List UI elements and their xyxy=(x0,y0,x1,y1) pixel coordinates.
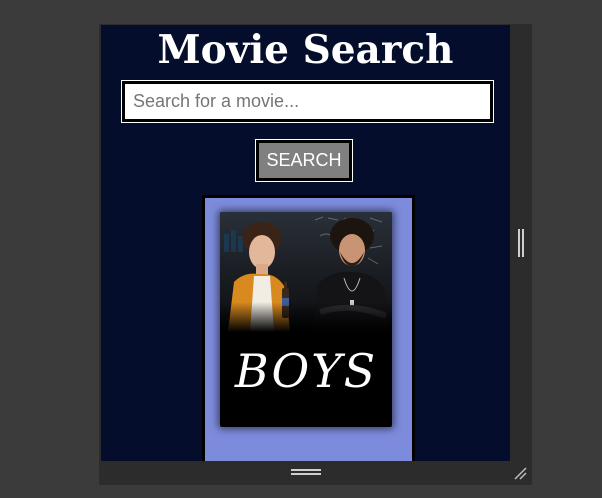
app-viewport: Movie Search SEARCH xyxy=(101,25,510,461)
horizontal-grip-icon[interactable] xyxy=(291,469,321,475)
movie-poster[interactable]: BOYS xyxy=(220,212,392,427)
movie-title: BOYS xyxy=(234,344,378,398)
scroll-grip-icon[interactable] xyxy=(518,229,524,257)
vertical-scrollbar[interactable] xyxy=(510,25,531,461)
horizontal-scrollbar[interactable] xyxy=(101,461,531,484)
resize-handle-icon[interactable] xyxy=(513,466,527,480)
search-input[interactable] xyxy=(121,80,494,123)
movie-card[interactable]: BOYS xyxy=(202,195,415,461)
search-button[interactable]: SEARCH xyxy=(255,139,353,182)
poster-photo xyxy=(220,212,392,332)
page-title: Movie Search xyxy=(157,27,454,73)
